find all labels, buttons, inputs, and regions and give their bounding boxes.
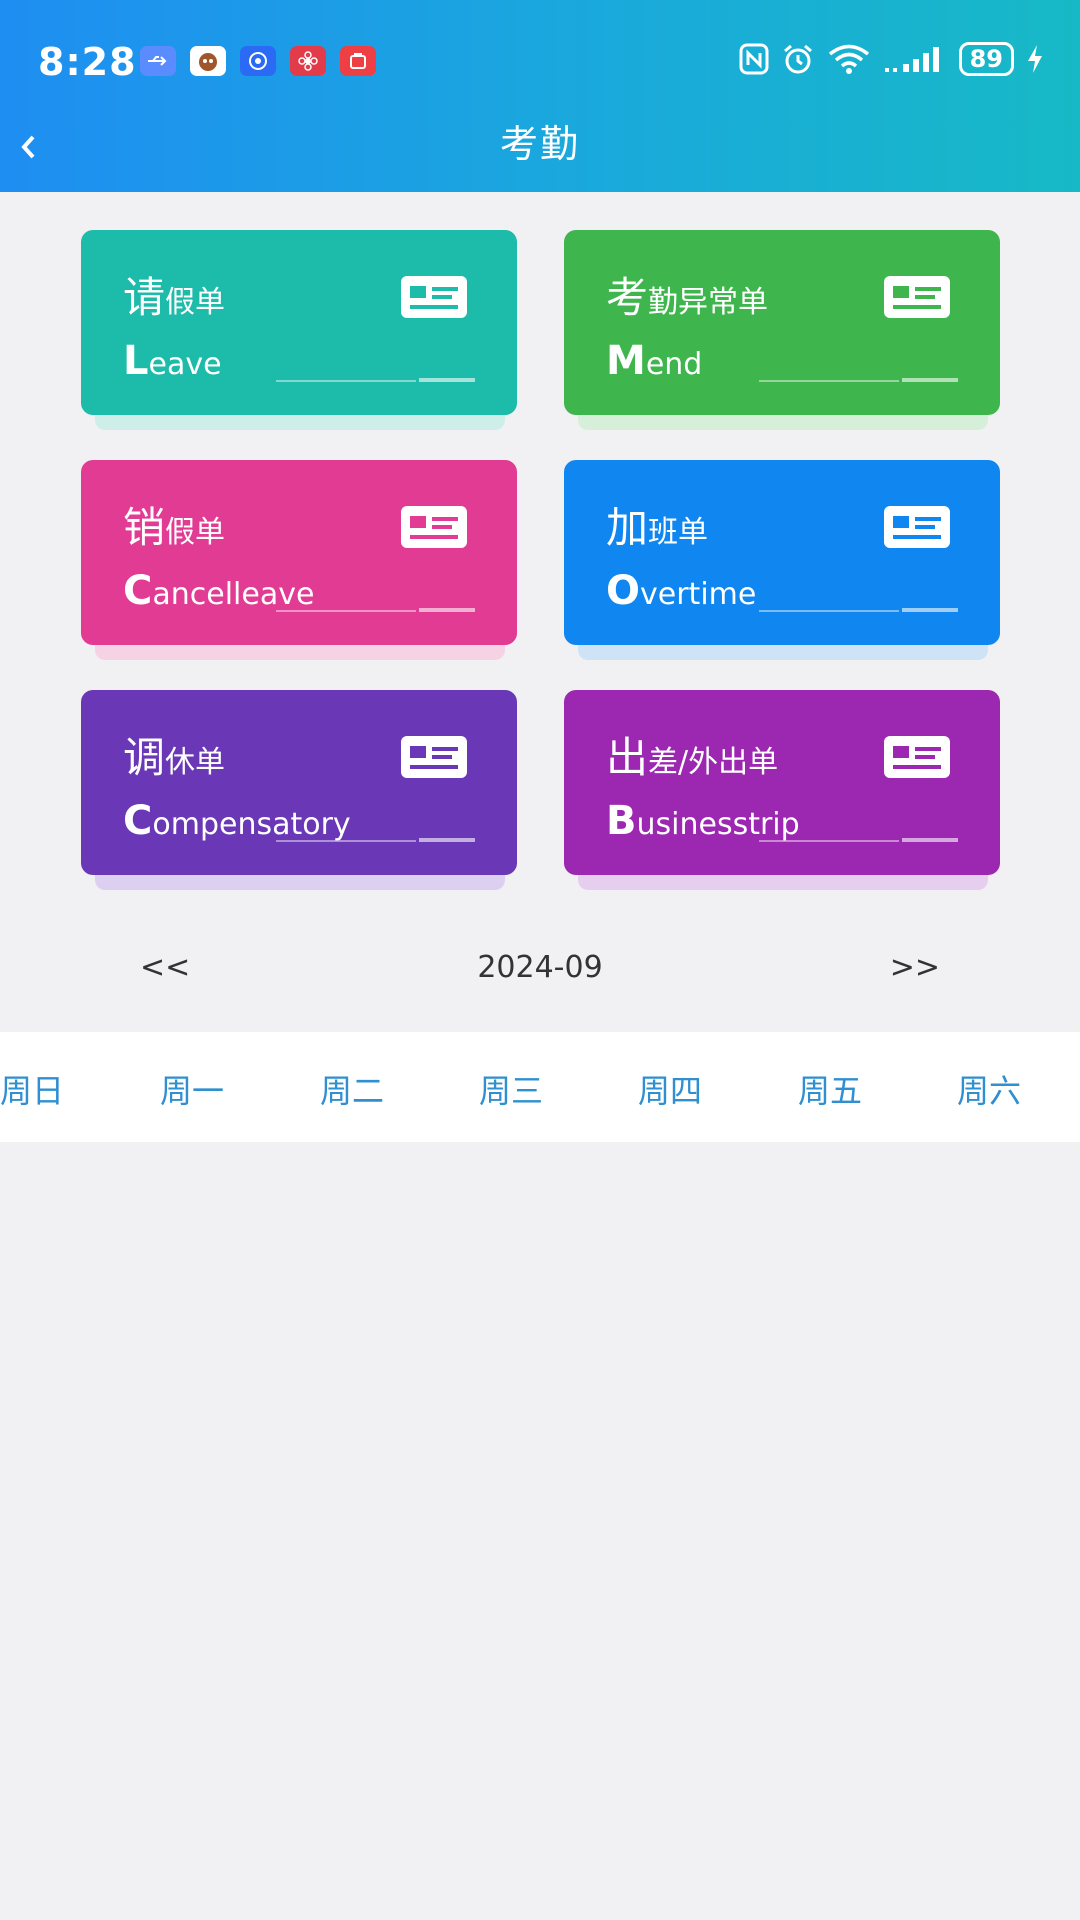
alarm-icon: [781, 42, 815, 76]
system-icons: 89: [739, 42, 1044, 76]
card-subtitle: Mend: [606, 338, 703, 384]
card-subtitle: Leave: [123, 338, 222, 384]
form-card-icon: [401, 736, 467, 778]
nfc-icon: [739, 42, 769, 76]
card-underline-accent: [902, 608, 958, 612]
navigation-bar: 考勤: [0, 105, 1080, 185]
card-subtitle: Compensatory: [123, 798, 351, 844]
card-underline-accent: [902, 838, 958, 842]
cancel-leave-card[interactable]: 销假单 Cancelleave: [81, 460, 517, 645]
month-navigator: << 2024-09 >>: [0, 950, 1080, 1000]
card-title: 请假单: [123, 273, 226, 322]
weekday-thursday: 周四: [638, 1072, 703, 1110]
status-time: 8:28: [38, 40, 137, 84]
charging-icon: [1026, 42, 1044, 76]
card-subtitle: Businesstrip: [606, 798, 800, 844]
weekday-friday: 周五: [798, 1072, 863, 1110]
form-card-icon: [401, 276, 467, 318]
card-underline-accent: [419, 838, 475, 842]
shopping-app-icon: [340, 46, 376, 76]
attendance-exception-card[interactable]: 考勤异常单 Mend: [564, 230, 1000, 415]
page-title: 考勤: [499, 122, 580, 166]
app-header: 8:28 89 考勤: [0, 0, 1080, 192]
weekday-sunday: 周日: [0, 1072, 65, 1110]
card-underline: [759, 840, 899, 842]
flower-app-icon: [290, 46, 326, 76]
card-underline: [276, 840, 416, 842]
leave-form-card[interactable]: 请假单 Leave: [81, 230, 517, 415]
signal-icon: [883, 42, 947, 76]
battery-level: 89: [969, 45, 1003, 73]
notification-icons: [140, 46, 376, 76]
card-title: 出差/外出单: [606, 733, 779, 782]
card-title: 销假单: [123, 503, 226, 552]
form-card-icon: [401, 506, 467, 548]
form-card-icon: [884, 736, 950, 778]
form-card-icon: [884, 276, 950, 318]
card-title: 加班单: [606, 503, 709, 552]
card-underline: [759, 380, 899, 382]
weekday-saturday: 周六: [957, 1072, 1022, 1110]
card-underline-accent: [419, 378, 475, 382]
app-notification-icon: [190, 46, 226, 76]
weekday-monday: 周一: [160, 1072, 225, 1110]
card-title: 调休单: [123, 733, 226, 782]
card-underline-accent: [902, 378, 958, 382]
next-month-button[interactable]: >>: [890, 950, 940, 985]
weekday-wednesday: 周三: [479, 1072, 544, 1110]
business-trip-card[interactable]: 出差/外出单 Businesstrip: [564, 690, 1000, 875]
overtime-card[interactable]: 加班单 Overtime: [564, 460, 1000, 645]
card-subtitle: Cancelleave: [123, 568, 315, 614]
status-bar: 8:28 89: [0, 0, 1080, 120]
card-underline-accent: [419, 608, 475, 612]
card-underline: [276, 380, 416, 382]
wifi-icon: [827, 42, 871, 76]
weekday-header: 周日 周一 周二 周三 周四 周五 周六: [0, 1032, 1080, 1142]
card-subtitle: Overtime: [606, 568, 757, 614]
usb-icon: [140, 46, 176, 76]
card-underline: [759, 610, 899, 612]
battery-indicator: 89: [958, 42, 1014, 76]
card-title: 考勤异常单: [606, 273, 769, 322]
weekday-tuesday: 周二: [320, 1072, 385, 1110]
card-underline: [276, 610, 416, 612]
eye-app-icon: [240, 46, 276, 76]
compensatory-card[interactable]: 调休单 Compensatory: [81, 690, 517, 875]
form-card-icon: [884, 506, 950, 548]
